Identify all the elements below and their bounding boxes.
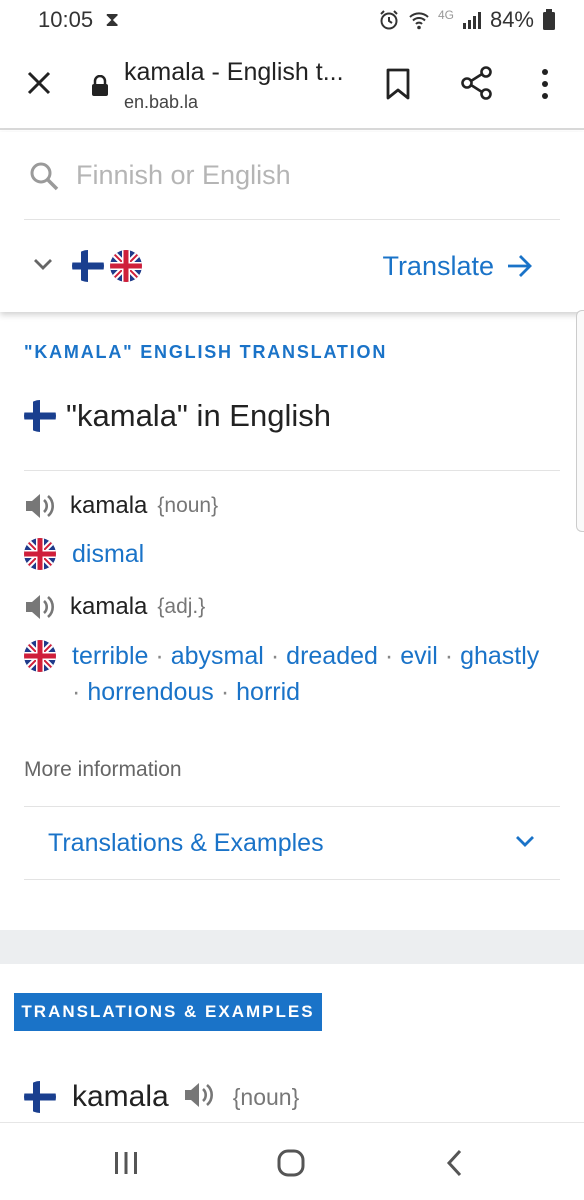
status-icons: 4G 84% <box>378 7 556 33</box>
accordion-label: Translations & Examples <box>48 828 324 857</box>
entry-pos: {adj.} <box>157 595 206 618</box>
translation-link[interactable]: horrid <box>236 678 300 706</box>
speaker-icon[interactable] <box>24 492 60 520</box>
entry-translations: terrible · abysmal · dreaded · evil · ghastly · ho… <box>24 638 562 710</box>
share-icon[interactable] <box>460 66 494 105</box>
entry-pos: {noun} <box>157 494 219 517</box>
section-separator <box>0 930 584 964</box>
translation-link[interactable]: abysmal <box>171 642 264 670</box>
divider <box>24 879 560 880</box>
flag-uk-icon[interactable] <box>110 250 142 282</box>
headword-text: "kamala" in English <box>66 398 331 433</box>
language-row: Translate <box>24 220 560 312</box>
translate-label: Translate <box>382 250 494 281</box>
page-title[interactable]: kamala - English t... <box>124 58 354 87</box>
signal-icon <box>462 12 481 29</box>
example-pos: {noun} <box>232 1083 300 1110</box>
entry-word: kamala <box>70 492 148 519</box>
status-time: 10:05 <box>38 7 94 32</box>
browser-toolbar: kamala - English t... en.bab.la <box>0 40 584 130</box>
separator: · <box>72 678 81 706</box>
lock-icon <box>90 74 110 102</box>
entry-word: kamala <box>70 593 148 620</box>
more-information-label: More information <box>24 758 182 781</box>
hourglass-icon: ⧗ <box>105 8 120 31</box>
translation-link[interactable]: dreaded <box>286 642 378 670</box>
close-icon[interactable] <box>22 66 56 100</box>
translation-link[interactable]: ghastly <box>460 642 539 670</box>
translation-link[interactable]: dismal <box>72 540 144 568</box>
search-card: Translate <box>0 132 584 312</box>
headword: "kamala" in English <box>24 398 331 434</box>
example-word: kamala <box>72 1080 169 1113</box>
flag-finland-icon <box>24 400 56 432</box>
wifi-icon <box>409 12 429 30</box>
status-bar: 10:05 ⧗ 4G 84% <box>0 0 584 40</box>
search-input[interactable] <box>76 160 536 191</box>
divider <box>24 470 560 471</box>
scrollbar[interactable] <box>576 310 584 532</box>
speaker-icon[interactable] <box>183 1081 215 1114</box>
translation-link[interactable]: terrible <box>72 642 148 670</box>
flag-uk-icon <box>24 538 56 570</box>
back-icon[interactable] <box>434 1145 474 1181</box>
search-row <box>24 132 560 220</box>
page-url[interactable]: en.bab.la <box>124 92 198 113</box>
example-entry: kamala {noun} <box>24 1080 299 1114</box>
separator: · <box>384 642 394 670</box>
more-vert-icon[interactable] <box>540 68 550 105</box>
translate-button[interactable]: Translate <box>382 251 534 282</box>
flag-finland-icon[interactable] <box>72 250 104 282</box>
battery-level: 84% <box>489 7 534 32</box>
translations-examples-accordion[interactable]: Translations & Examples <box>24 807 560 879</box>
arrow-right-icon <box>508 255 532 277</box>
separator: · <box>155 642 164 670</box>
translations-examples-badge: TRANSLATIONS & EXAMPLES <box>14 993 322 1031</box>
alarm-icon <box>380 10 398 30</box>
translation-link[interactable]: horrendous <box>87 678 213 706</box>
bookmark-icon[interactable] <box>384 68 412 105</box>
entry-adj: kamala {adj.} <box>24 593 205 621</box>
translation-list: dismal <box>72 536 562 572</box>
entry-noun: kamala {noun} <box>24 492 218 520</box>
flag-uk-icon <box>24 640 56 672</box>
network-type: 4G <box>437 8 454 22</box>
translation-list: terrible · abysmal · dreaded · evil · ghastly · ho… <box>72 638 562 710</box>
entry-translations: dismal <box>24 536 562 572</box>
home-icon[interactable] <box>271 1145 311 1181</box>
chevron-down-icon <box>514 834 536 853</box>
separator: · <box>220 678 230 706</box>
system-nav-bar <box>0 1122 584 1200</box>
separator: · <box>270 642 280 670</box>
speaker-icon[interactable] <box>24 593 60 621</box>
translation-link[interactable]: evil <box>400 642 438 670</box>
search-icon <box>28 159 62 193</box>
separator: · <box>444 642 454 670</box>
section-heading: "KAMALA" ENGLISH TRANSLATION <box>24 342 388 362</box>
flag-finland-icon <box>24 1081 56 1113</box>
battery-icon <box>543 9 555 30</box>
chevron-down-icon[interactable] <box>32 257 54 276</box>
recent-apps-icon[interactable] <box>106 1145 146 1181</box>
